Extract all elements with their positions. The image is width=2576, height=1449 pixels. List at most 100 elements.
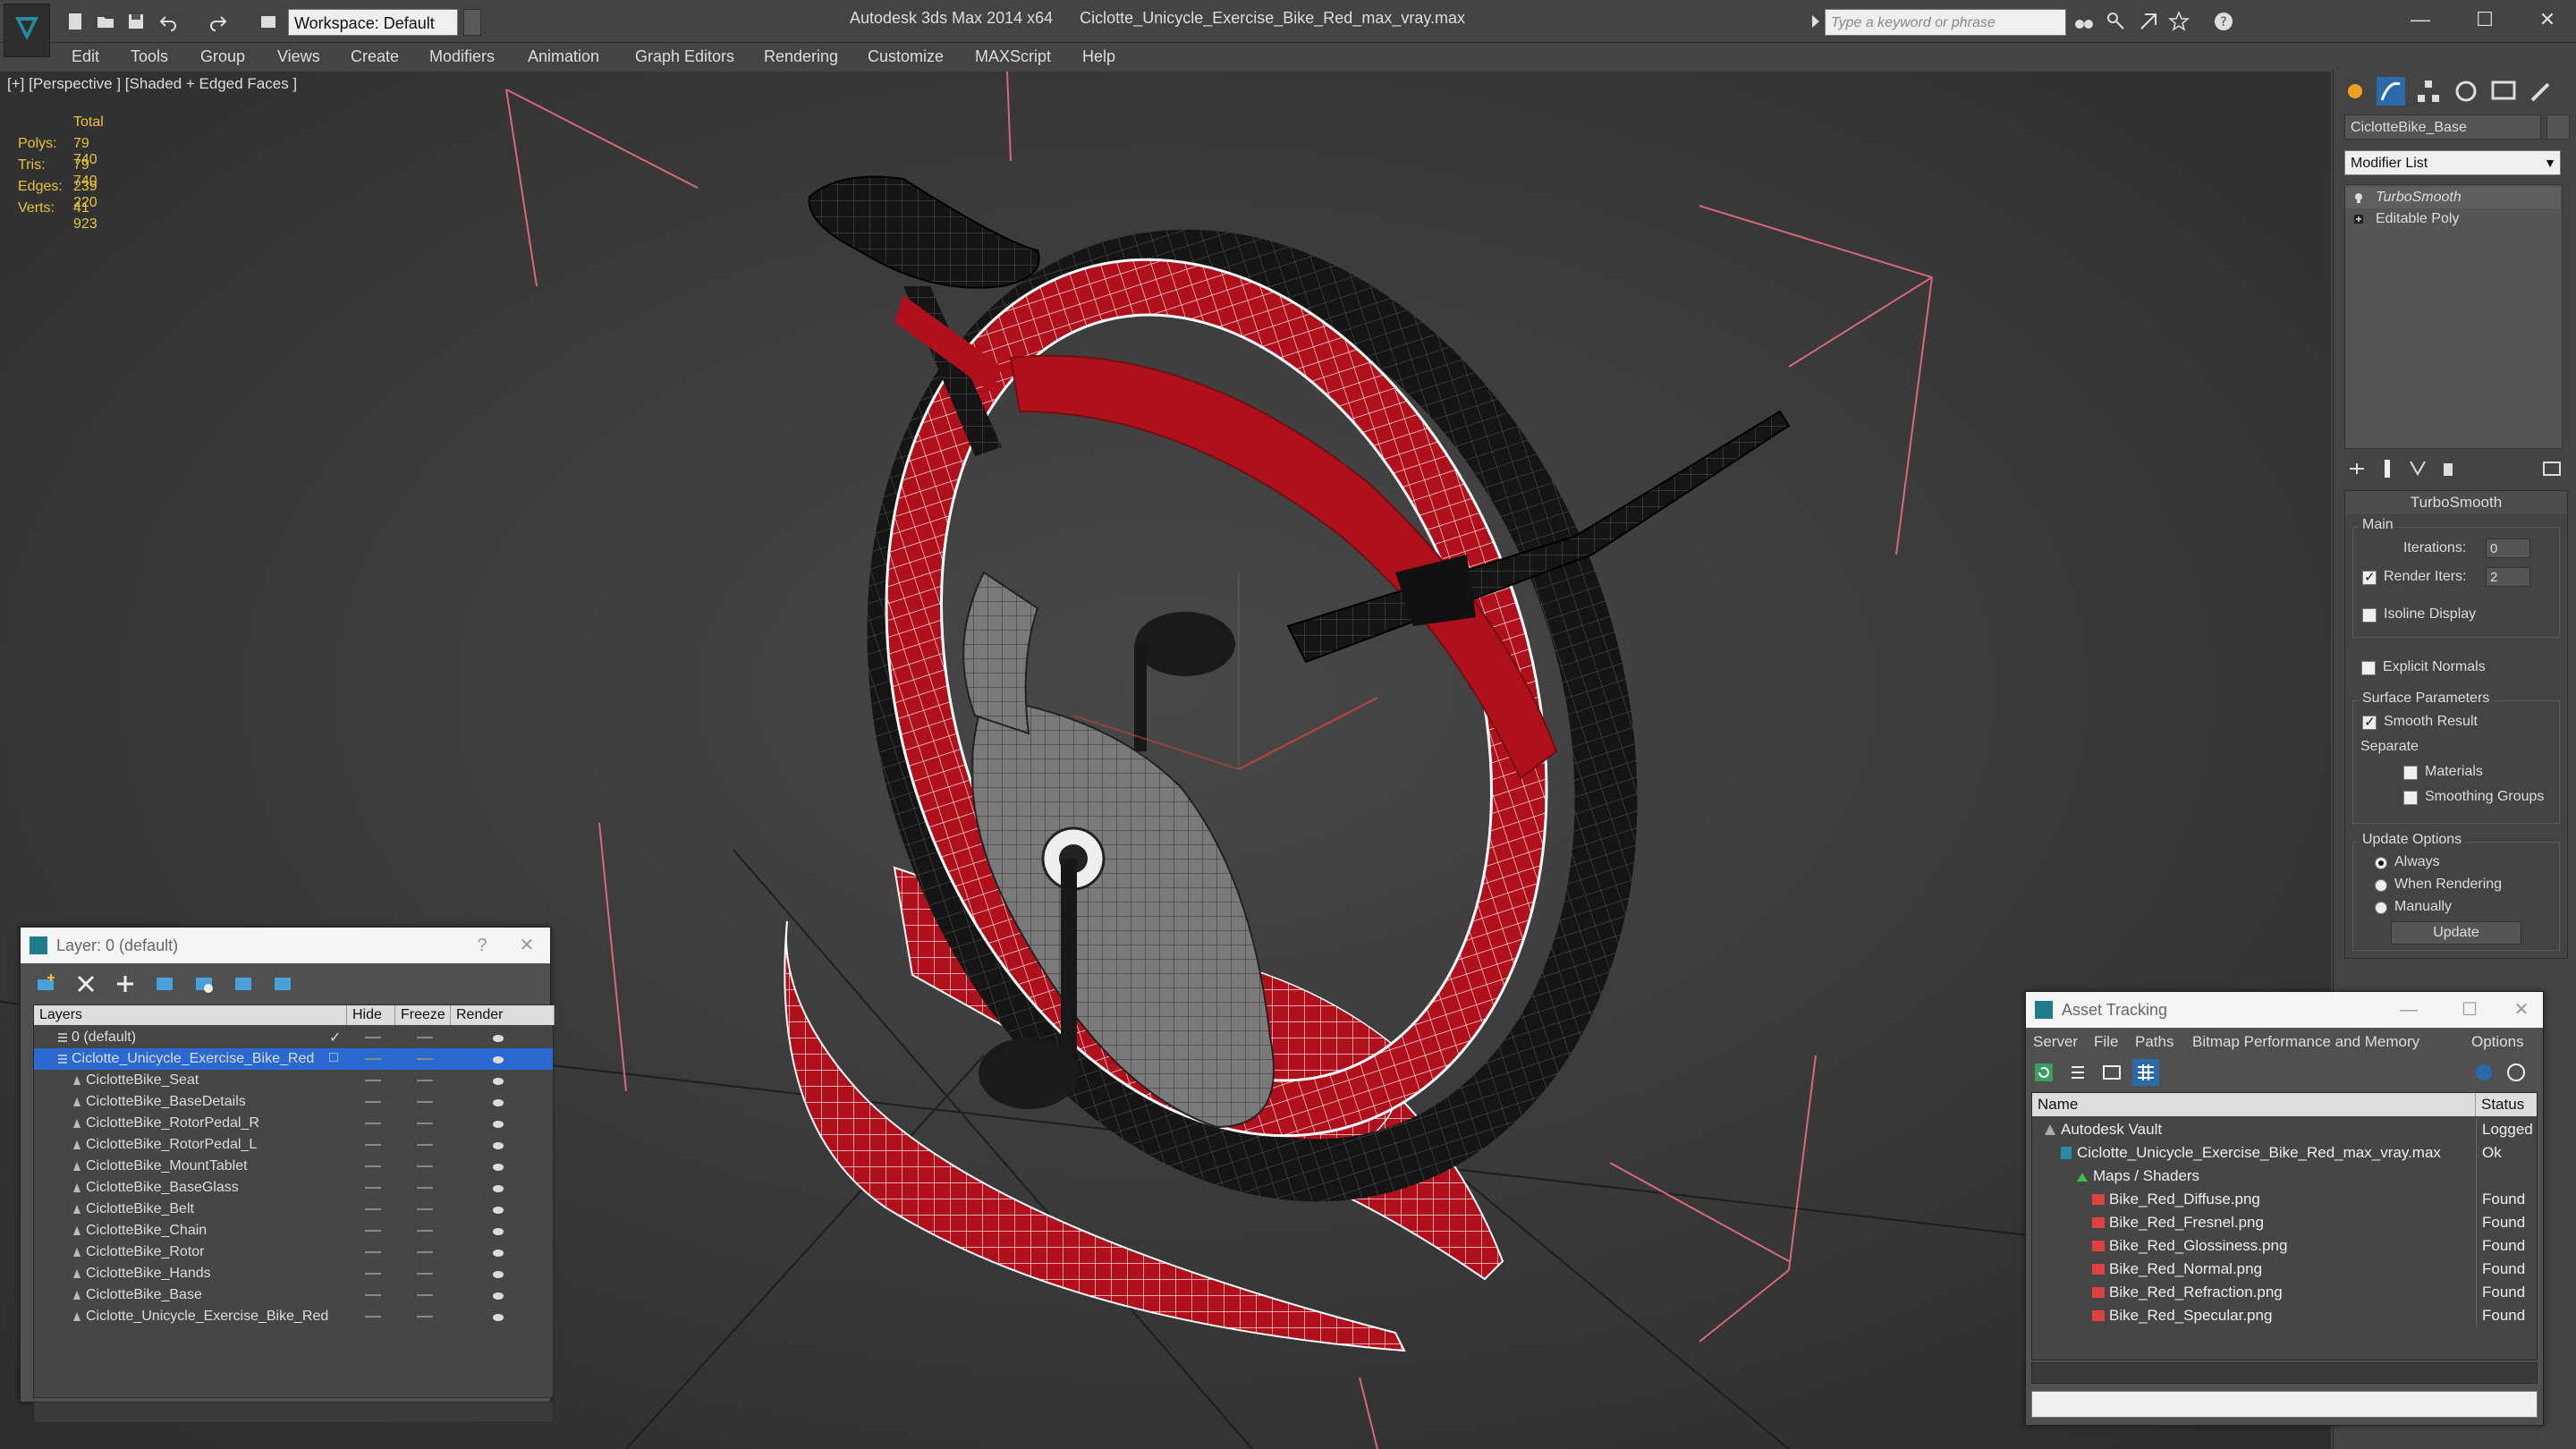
menu-graph-editors[interactable]: Graph Editors [635,43,734,70]
help-button[interactable]: ? [464,928,500,963]
new-file-icon[interactable] [64,11,86,32]
render-teapot-icon[interactable] [492,1118,504,1129]
freeze-toggle[interactable] [417,1123,433,1124]
update-button[interactable]: Update [2391,921,2521,945]
layer-row[interactable]: CiclotteBike_BaseDetails [34,1091,553,1113]
binoculars-icon[interactable] [2073,11,2095,32]
layer-row[interactable]: Ciclotte_Unicycle_Exercise_Bike_Red [34,1306,553,1327]
layer-row[interactable]: CiclotteBike_Hands [34,1263,553,1284]
layer-row[interactable]: CiclotteBike_Base [34,1284,553,1306]
layer-row[interactable]: CiclotteBike_Seat [34,1070,553,1091]
hide-toggle[interactable] [365,1080,381,1081]
communication-center-icon[interactable] [2138,11,2159,32]
render-teapot-icon[interactable] [492,1290,504,1301]
favorites-star-icon[interactable] [2168,11,2190,32]
save-icon[interactable] [125,11,147,32]
render-teapot-icon[interactable] [492,1032,504,1043]
asset-window-titlebar[interactable]: Asset Tracking — ☐ ✕ [2026,992,2543,1028]
asset-row[interactable]: Autodesk Vault Logged Out [2032,1118,2537,1141]
stack-item-turbosmooth[interactable]: TurboSmooth [2345,187,2560,208]
make-unique-icon[interactable] [2407,458,2428,479]
help-pointer-icon[interactable] [2505,1062,2527,1083]
hide-toggle[interactable] [365,1123,381,1124]
hide-toggle[interactable] [365,1251,381,1253]
key-icon[interactable] [2106,11,2127,32]
layer-row[interactable]: CiclotteBike_Rotor [34,1241,553,1263]
layer-row[interactable]: CiclotteBike_RotorPedal_R [34,1113,553,1134]
configure-sets-icon[interactable] [2541,458,2563,479]
asset-menu-server[interactable]: Server [2033,1030,2078,1055]
column-header-hide[interactable]: Hide [347,1005,395,1025]
asset-menu-paths[interactable]: Paths [2135,1030,2174,1055]
help-icon[interactable] [2473,1062,2495,1083]
explicit-normals-checkbox[interactable] [2361,661,2376,675]
add-selection-icon[interactable] [114,972,137,996]
menu-animation[interactable]: Animation [528,43,599,70]
iterations-spinner[interactable]: 0 [2486,538,2530,558]
freeze-toggle[interactable] [417,1101,433,1103]
render-teapot-icon[interactable] [492,1140,504,1150]
freeze-toggle[interactable] [417,1058,433,1060]
column-header-status[interactable]: Status [2476,1093,2537,1116]
undo-icon[interactable] [157,11,179,32]
modifier-stack[interactable]: TurboSmooth Editable Poly [2344,184,2563,449]
layer-row[interactable]: CiclotteBike_Belt [34,1199,553,1220]
asset-row[interactable]: Bike_Red_Normal.png Found [2032,1258,2537,1281]
layer-row[interactable]: CiclotteBike_MountTablet [34,1156,553,1177]
layer-row[interactable]: 0 (default) ✓ [34,1027,553,1048]
freeze-toggle[interactable] [417,1037,433,1038]
freeze-toggle[interactable] [417,1294,433,1296]
modifier-list-dropdown[interactable]: Modifier List [2344,150,2561,175]
asset-row[interactable]: Maps / Shaders [2032,1165,2537,1188]
asset-row[interactable]: Bike_Red_Refraction.png Found [2032,1281,2537,1304]
smoothing-groups-checkbox[interactable] [2403,791,2418,805]
hide-toggle[interactable] [365,1316,381,1318]
column-header-freeze[interactable]: Freeze [395,1005,451,1025]
refresh-icon[interactable] [2033,1062,2055,1083]
table-view-icon[interactable] [2101,1062,2123,1083]
layer-horizontal-scrollbar[interactable] [33,1402,554,1423]
display-tab-icon[interactable] [2487,75,2520,107]
object-name-field[interactable]: CiclotteBike_Base [2344,114,2541,140]
expand-plus-icon[interactable] [2354,214,2363,225]
hide-all-layers-icon[interactable] [232,972,255,996]
materials-checkbox[interactable] [2403,766,2418,780]
layer-row[interactable]: CiclotteBike_Chain [34,1220,553,1241]
maximize-button[interactable]: ☐ [2460,4,2510,36]
layer-window-titlebar[interactable]: Layer: 0 (default) ? ✕ [21,928,550,963]
column-header-render[interactable]: Render [451,1005,555,1025]
current-layer-check-icon[interactable]: ✓ [329,1029,341,1046]
menu-maxscript[interactable]: MAXScript [975,43,1051,70]
help-icon[interactable]: ? [2213,11,2234,32]
asset-menu-bitmap-performance[interactable]: Bitmap Performance and Memory [2192,1030,2419,1055]
workspace-arrow-button[interactable] [463,9,481,36]
minimize-button[interactable]: — [2395,4,2445,36]
rollout-title[interactable]: TurboSmooth [2345,491,2567,514]
isoline-display-checkbox[interactable] [2362,608,2377,623]
hide-toggle[interactable] [365,1101,381,1103]
asset-menu-file[interactable]: File [2094,1030,2118,1055]
always-radio[interactable] [2375,857,2387,869]
create-tab-icon[interactable] [2339,75,2371,107]
stack-item-editable-poly[interactable]: Editable Poly [2345,208,2560,230]
freeze-toggle[interactable] [417,1080,433,1081]
render-teapot-icon[interactable] [492,1268,504,1279]
freeze-toggle[interactable] [417,1144,433,1146]
hide-toggle[interactable] [365,1208,381,1210]
hide-toggle[interactable] [365,1230,381,1232]
hide-toggle[interactable] [365,1037,381,1038]
render-teapot-icon[interactable] [492,1225,504,1236]
show-end-result-icon[interactable] [2377,458,2398,479]
hierarchy-tab-icon[interactable] [2412,75,2445,107]
hide-toggle[interactable] [365,1294,381,1296]
render-teapot-icon[interactable] [492,1247,504,1258]
menu-edit[interactable]: Edit [72,43,99,70]
render-teapot-icon[interactable] [492,1182,504,1193]
manually-radio[interactable] [2375,902,2387,914]
freeze-all-layers-icon[interactable] [271,972,294,996]
freeze-toggle[interactable] [417,1187,433,1189]
menu-create[interactable]: Create [351,43,399,70]
render-teapot-icon[interactable] [492,1097,504,1107]
freeze-toggle[interactable] [417,1230,433,1232]
menu-tools[interactable]: Tools [131,43,168,70]
